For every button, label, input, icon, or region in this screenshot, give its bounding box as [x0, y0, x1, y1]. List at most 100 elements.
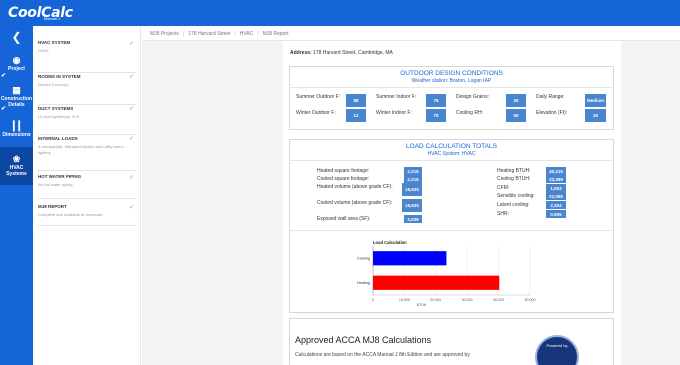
latent-cooling-value: 2,324: [546, 201, 566, 209]
x-tick-label: 30,000: [462, 298, 473, 302]
cfm-label: CFM:: [497, 185, 510, 191]
daily-range-label: Daily Range:: [536, 94, 565, 100]
heated-sqft-label: Heated square footage:: [317, 168, 370, 174]
acca-text: Calculations are based on the ACCA Manua…: [295, 352, 470, 358]
step-rooms-in-system[interactable]: ROOMS IN SYSTEM Serves 3 room(s) ✓: [38, 73, 136, 105]
summer-outdoor-value: 88: [346, 94, 366, 107]
cfm-value: 1,063: [546, 184, 566, 192]
left-nav: ❮ ◉ Project ✔ ▦ Construction Details ✔ ┃…: [0, 26, 33, 365]
winter-indoor-value: 70: [426, 109, 446, 122]
acca-title: Approved ACCA MJ8 Calculations: [295, 335, 432, 345]
step-summary: HVAC: [38, 48, 49, 53]
app-logo[interactable]: CoolCalc Manual J: [8, 2, 73, 24]
nav-item-construction-details[interactable]: ▦ Construction Details ✔: [0, 81, 33, 114]
winter-indoor-label: Winter Indoor F:: [376, 110, 412, 116]
step-duct-systems[interactable]: DUCT SYSTEMS (1) duct system(s), R-8 ✓: [38, 105, 136, 135]
shr-label: SHR:: [497, 211, 509, 217]
breadcrumb-hvac[interactable]: HVAC: [240, 31, 254, 37]
step-summary: Complete and available to download: [38, 212, 103, 217]
cooled-volume-value: 19,630: [402, 199, 422, 212]
blueprint-icon: ▦: [12, 85, 21, 96]
totals-subtitle: HVAC System: HVAC: [427, 151, 476, 157]
step-hvac-system[interactable]: HVAC SYSTEM HVAC ✓: [38, 40, 136, 73]
step-summary: No hot water piping: [38, 182, 73, 187]
latent-cooling-label: Latent cooling:: [497, 202, 530, 208]
breadcrumb-separator: |: [257, 31, 259, 37]
step-title: MJ8 REPORT: [38, 204, 67, 209]
check-icon: ✓: [128, 74, 134, 80]
check-icon: ✓: [128, 175, 134, 181]
nav-item-label: Dimensions: [2, 132, 31, 139]
y-category-label: Cooling: [357, 257, 370, 261]
top-bar: CoolCalc Manual J: [0, 0, 680, 26]
step-internal-loads[interactable]: INTERNAL LOADS 4 occupant(s), Standard k…: [38, 135, 136, 171]
step-title: INTERNAL LOADS: [38, 136, 78, 141]
card-divider: [289, 230, 614, 231]
exposed-wall-label: Exposed wall area (SF):: [317, 216, 371, 222]
breadcrumb-current: MJ8 Report: [262, 31, 289, 37]
elevation-value: 30: [585, 109, 606, 122]
check-icon: ✓: [128, 106, 134, 112]
breadcrumb-separator: |: [234, 31, 236, 37]
breadcrumb: MJ8 Projects | 178 Harvard Street | HVAC…: [150, 28, 288, 40]
fan-icon: ❀: [12, 153, 21, 164]
winter-outdoor-label: Winter Outdoor F:: [296, 110, 336, 116]
breadcrumb-mj8-projects[interactable]: MJ8 Projects: [150, 31, 179, 37]
card-divider: [289, 160, 614, 161]
x-tick-label: 40,000: [493, 298, 504, 302]
step-hot-water-piping[interactable]: HOT WATER PIPING No hot water piping ✓: [38, 171, 136, 199]
step-title: HOT WATER PIPING: [38, 174, 82, 179]
step-title: DUCT SYSTEMS: [38, 106, 74, 111]
bar-heating: [373, 275, 500, 290]
collapse-nav-icon[interactable]: ❮: [0, 26, 33, 48]
summer-outdoor-label: Summer Outdoor F:: [296, 94, 341, 100]
check-icon: ✓: [128, 41, 134, 47]
nav-item-hvac-systems[interactable]: ❀ HVAC Systems: [0, 147, 33, 185]
cooling-btuh-label: Cooling BTUH:: [497, 176, 531, 182]
daily-range-value: Medium: [585, 94, 606, 107]
summer-indoor-label: Summer Indoor F:: [376, 94, 417, 100]
outdoor-subtitle: Weather station: Boston, Logan IAP: [411, 78, 492, 84]
cooled-sqft-value: 2,215: [404, 175, 422, 183]
breadcrumb-project[interactable]: 178 Harvard Street: [188, 31, 230, 37]
nav-item-dimensions[interactable]: ┃┃ Dimensions: [0, 114, 33, 147]
design-grains-label: Design Grains:: [456, 94, 490, 100]
address-value: 178 Harvard Street, Cambridge, MA: [313, 50, 393, 56]
breadcrumb-separator: |: [182, 31, 185, 37]
logo-tagline: Manual J: [44, 16, 61, 21]
check-icon: ✔: [1, 73, 7, 80]
badge-text: Powered by: [546, 343, 568, 348]
nav-item-project[interactable]: ◉ Project ✔: [0, 48, 33, 81]
check-icon: ✓: [128, 136, 134, 142]
outdoor-title: OUTDOOR DESIGN CONDITIONS: [400, 70, 503, 77]
sensible-cooling-value: 21,065: [546, 192, 566, 200]
winter-outdoor-value: 12: [346, 109, 366, 122]
step-mj8-report[interactable]: MJ8 REPORT Complete and available to dow…: [38, 199, 136, 226]
x-tick-label: 20,000: [430, 298, 441, 302]
ruler-icon: ┃┃: [11, 121, 22, 132]
steps-panel: HVAC SYSTEM HVAC ✓ ROOMS IN SYSTEM Serve…: [33, 26, 141, 365]
cooling-rh-label: Cooling RH:: [456, 110, 483, 116]
heated-sqft-value: 2,215: [404, 167, 422, 175]
check-icon: ✓: [128, 205, 134, 211]
heating-btuh-label: Heating BTUH:: [497, 168, 531, 174]
cooled-volume-label: Cooled volume (above grade CF):: [317, 200, 393, 206]
cooling-btuh-value: 23,389: [546, 175, 566, 183]
step-summary: (1) duct system(s), R-8: [38, 114, 79, 119]
logo-wordmark: CoolCalc: [8, 5, 73, 21]
step-title: HVAC SYSTEM: [38, 40, 71, 45]
card-divider: [289, 87, 614, 88]
load-calculation-chart: Load Calculation 0 10,000 20,000 30,000 40,00…: [357, 240, 536, 307]
design-grains-value: 26: [506, 94, 526, 107]
x-axis-label: BTUH: [417, 303, 427, 307]
cooled-sqft-label: Cooled square footage:: [317, 176, 369, 182]
heated-volume-value: 19,630: [402, 183, 422, 196]
address-label: Address:: [290, 50, 312, 56]
totals-title: LOAD CALCULATION TOTALS: [406, 143, 497, 150]
nav-item-label: Project: [8, 66, 25, 73]
sensible-cooling-label: Sensible cooling:: [497, 193, 535, 199]
x-tick-label: 0: [372, 298, 374, 302]
exposed-wall-value: 3,039: [404, 215, 422, 223]
map-pin-icon: ◉: [12, 55, 21, 66]
x-tick-label: 10,000: [399, 298, 410, 302]
